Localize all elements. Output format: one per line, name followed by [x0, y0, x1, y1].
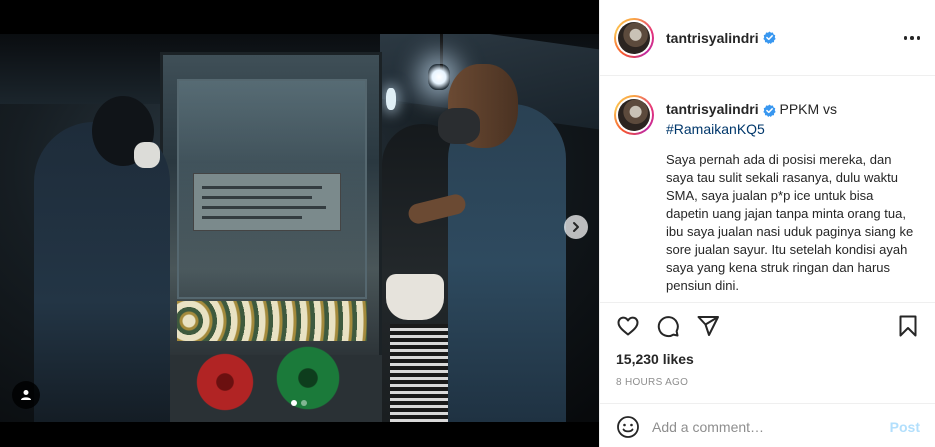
post-photo[interactable] — [0, 34, 599, 422]
post-timestamp[interactable]: 8 HOURS AGO — [616, 377, 688, 388]
emoji-icon — [617, 416, 639, 438]
next-image-button[interactable] — [564, 215, 588, 239]
bookmark-icon — [899, 315, 917, 337]
comment-input[interactable] — [652, 416, 872, 438]
caption-header: tantrisyalindri PPKM vs #RamaikanKQ5 — [666, 99, 926, 139]
save-button[interactable] — [894, 312, 922, 340]
share-button[interactable] — [694, 312, 722, 340]
caption-avatar[interactable] — [614, 95, 654, 135]
caption-head-text: PPKM vs — [779, 101, 838, 117]
like-button[interactable] — [614, 312, 642, 340]
food-cart — [160, 52, 385, 422]
caption-section: tantrisyalindri PPKM vs #RamaikanKQ5 Say… — [600, 77, 935, 303]
post-panel: tantrisyalindri tantrisyalindri PPKM vs … — [599, 0, 935, 447]
carousel-indicator — [291, 400, 307, 406]
emoji-button[interactable] — [616, 415, 640, 444]
post-media — [0, 0, 599, 447]
verified-badge-icon — [762, 31, 776, 44]
man-person — [448, 104, 566, 422]
chevron-right-icon — [573, 222, 579, 232]
comment-icon — [657, 316, 679, 338]
post-header: tantrisyalindri — [600, 0, 935, 76]
hanging-lamp — [428, 64, 450, 90]
header-username[interactable]: tantrisyalindri — [666, 30, 759, 46]
caption-username[interactable]: tantrisyalindri — [666, 101, 759, 117]
action-bar — [600, 312, 935, 346]
carousel-dot — [291, 400, 297, 406]
avatar[interactable] — [614, 17, 654, 58]
user-tag-icon — [21, 390, 31, 400]
comment-button[interactable] — [654, 312, 682, 340]
post-comment-button[interactable]: Post — [890, 419, 920, 435]
comment-bar: Post — [600, 403, 935, 447]
caption-body: Saya pernah ada di posisi mereka, dan sa… — [666, 152, 914, 293]
likes-count[interactable]: 15,230 likes — [616, 351, 694, 367]
hashtag-link[interactable]: #RamaikanKQ5 — [666, 121, 765, 137]
user-tags-button[interactable] — [12, 381, 40, 409]
carousel-dot — [301, 400, 307, 406]
paper-plane-icon — [697, 316, 719, 336]
more-options-icon[interactable] — [900, 28, 924, 48]
heart-icon — [617, 316, 639, 336]
verified-badge-icon — [762, 104, 776, 117]
instagram-post: tantrisyalindri tantrisyalindri PPKM vs … — [0, 0, 935, 447]
